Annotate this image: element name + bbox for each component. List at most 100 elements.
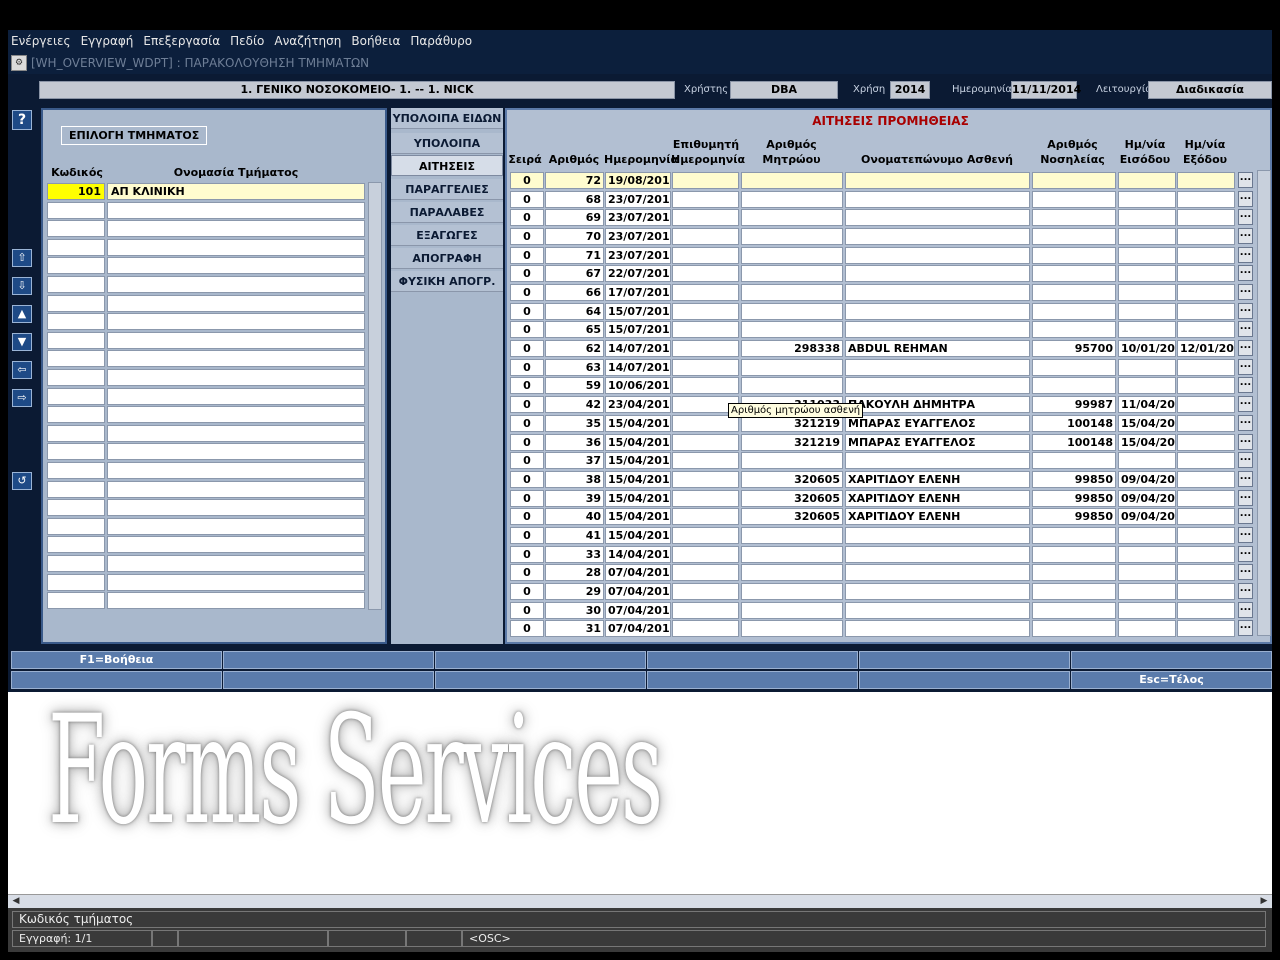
- tab-item-balances[interactable]: ΥΠΟΛΟΙΠΑ ΕΙΔΩΝ: [391, 108, 503, 129]
- number-cell[interactable]: 72: [545, 172, 604, 189]
- row-details-button[interactable]: ...: [1238, 209, 1253, 225]
- registry-number-cell[interactable]: [741, 546, 843, 563]
- registry-number-cell[interactable]: [741, 284, 843, 301]
- seq-cell[interactable]: 0: [510, 490, 544, 507]
- registry-number-cell[interactable]: [741, 527, 843, 544]
- row-details-button[interactable]: ...: [1238, 191, 1253, 207]
- patient-name-cell[interactable]: [845, 452, 1030, 469]
- tab-inventory[interactable]: ΑΠΟΓΡΑΦΗ: [391, 248, 503, 269]
- entry-date-cell[interactable]: 09/04/2013: [1118, 471, 1176, 488]
- date-cell[interactable]: 15/04/2014: [605, 415, 671, 432]
- patient-name-cell[interactable]: [845, 602, 1030, 619]
- patient-name-cell[interactable]: [845, 377, 1030, 394]
- registry-number-cell[interactable]: [741, 321, 843, 338]
- last-record-icon[interactable]: ⇩: [12, 277, 32, 295]
- seq-cell[interactable]: 0: [510, 452, 544, 469]
- department-name-cell[interactable]: [107, 406, 365, 423]
- date-cell[interactable]: 15/04/2014: [605, 490, 671, 507]
- admission-number-cell[interactable]: [1032, 620, 1116, 637]
- desired-date-cell[interactable]: [672, 490, 739, 507]
- previous-block-icon[interactable]: ⇦: [12, 361, 32, 379]
- department-name-cell[interactable]: ΑΠ ΚΛΙΝΙΚΗ: [107, 183, 365, 200]
- entry-date-cell[interactable]: [1118, 172, 1176, 189]
- number-cell[interactable]: 42: [545, 396, 604, 413]
- department-code-cell[interactable]: [47, 202, 105, 219]
- admission-number-cell[interactable]: 100148: [1032, 415, 1116, 432]
- department-code-cell[interactable]: [47, 332, 105, 349]
- date-cell[interactable]: 07/04/2014: [605, 602, 671, 619]
- seq-cell[interactable]: 0: [510, 247, 544, 264]
- admission-number-cell[interactable]: 99850: [1032, 508, 1116, 525]
- seq-cell[interactable]: 0: [510, 321, 544, 338]
- department-name-cell[interactable]: [107, 555, 365, 572]
- admission-number-cell[interactable]: [1032, 527, 1116, 544]
- exit-date-cell[interactable]: [1177, 172, 1235, 189]
- department-name-cell[interactable]: [107, 257, 365, 274]
- row-details-button[interactable]: ...: [1238, 564, 1253, 580]
- exit-date-cell[interactable]: 12/01/2013: [1177, 340, 1235, 357]
- entry-date-cell[interactable]: [1118, 265, 1176, 282]
- patient-name-cell[interactable]: [845, 228, 1030, 245]
- patient-name-cell[interactable]: [845, 321, 1030, 338]
- exit-date-cell[interactable]: [1177, 321, 1235, 338]
- exit-date-cell[interactable]: [1177, 434, 1235, 451]
- seq-cell[interactable]: 0: [510, 265, 544, 282]
- number-cell[interactable]: 71: [545, 247, 604, 264]
- row-details-button[interactable]: ...: [1238, 508, 1253, 524]
- department-name-cell[interactable]: [107, 295, 365, 312]
- number-cell[interactable]: 59: [545, 377, 604, 394]
- desired-date-cell[interactable]: [672, 359, 739, 376]
- seq-cell[interactable]: 0: [510, 172, 544, 189]
- patient-name-cell[interactable]: ΧΑΡΙΤΙΔΟΥ ΕΛΕΝΗ: [845, 490, 1030, 507]
- function-key-slot[interactable]: [11, 671, 222, 689]
- desired-date-cell[interactable]: [672, 340, 739, 357]
- department-code-cell[interactable]: [47, 518, 105, 535]
- row-details-button[interactable]: ...: [1238, 265, 1253, 281]
- entry-date-cell[interactable]: [1118, 602, 1176, 619]
- seq-cell[interactable]: 0: [510, 527, 544, 544]
- seq-cell[interactable]: 0: [510, 377, 544, 394]
- entry-date-cell[interactable]: [1118, 377, 1176, 394]
- registry-number-cell[interactable]: [741, 209, 843, 226]
- previous-record-icon[interactable]: ▲: [12, 305, 32, 323]
- desired-date-cell[interactable]: [672, 434, 739, 451]
- patient-name-cell[interactable]: [845, 583, 1030, 600]
- entry-date-cell[interactable]: [1118, 452, 1176, 469]
- desired-date-cell[interactable]: [672, 527, 739, 544]
- next-record-icon[interactable]: ▼: [12, 333, 32, 351]
- row-details-button[interactable]: ...: [1238, 303, 1253, 319]
- row-details-button[interactable]: ...: [1238, 620, 1253, 636]
- registry-number-cell[interactable]: 321219: [741, 434, 843, 451]
- department-name-cell[interactable]: [107, 518, 365, 535]
- number-cell[interactable]: 33: [545, 546, 604, 563]
- registry-number-cell[interactable]: [741, 602, 843, 619]
- menu-field[interactable]: Πεδίο: [230, 34, 264, 48]
- admission-number-cell[interactable]: [1032, 321, 1116, 338]
- seq-cell[interactable]: 0: [510, 415, 544, 432]
- exit-date-cell[interactable]: [1177, 415, 1235, 432]
- department-code-cell[interactable]: [47, 257, 105, 274]
- desired-date-cell[interactable]: [672, 452, 739, 469]
- department-name-cell[interactable]: [107, 443, 365, 460]
- desired-date-cell[interactable]: [672, 564, 739, 581]
- tab-orders[interactable]: ΠΑΡΑΓΓΕΛΙΕΣ: [391, 179, 503, 200]
- registry-number-cell[interactable]: [741, 228, 843, 245]
- entry-date-cell[interactable]: 10/01/2013: [1118, 340, 1176, 357]
- department-code-cell[interactable]: [47, 574, 105, 591]
- seq-cell[interactable]: 0: [510, 583, 544, 600]
- row-details-button[interactable]: ...: [1238, 490, 1253, 506]
- entry-date-cell[interactable]: [1118, 228, 1176, 245]
- admission-number-cell[interactable]: 99850: [1032, 471, 1116, 488]
- date-cell[interactable]: 15/07/2014: [605, 321, 671, 338]
- next-block-icon[interactable]: ⇨: [12, 389, 32, 407]
- row-details-button[interactable]: ...: [1238, 247, 1253, 263]
- department-name-cell[interactable]: [107, 276, 365, 293]
- seq-cell[interactable]: 0: [510, 508, 544, 525]
- exit-date-cell[interactable]: [1177, 303, 1235, 320]
- patient-name-cell[interactable]: [845, 191, 1030, 208]
- registry-number-cell[interactable]: [741, 303, 843, 320]
- number-cell[interactable]: 68: [545, 191, 604, 208]
- tab-fixed-asset-balances[interactable]: ΥΠΟΛΟΙΠΑ ΠΑΓΙΩΝ: [391, 133, 503, 171]
- admission-number-cell[interactable]: [1032, 247, 1116, 264]
- department-scrollbar[interactable]: [368, 182, 382, 610]
